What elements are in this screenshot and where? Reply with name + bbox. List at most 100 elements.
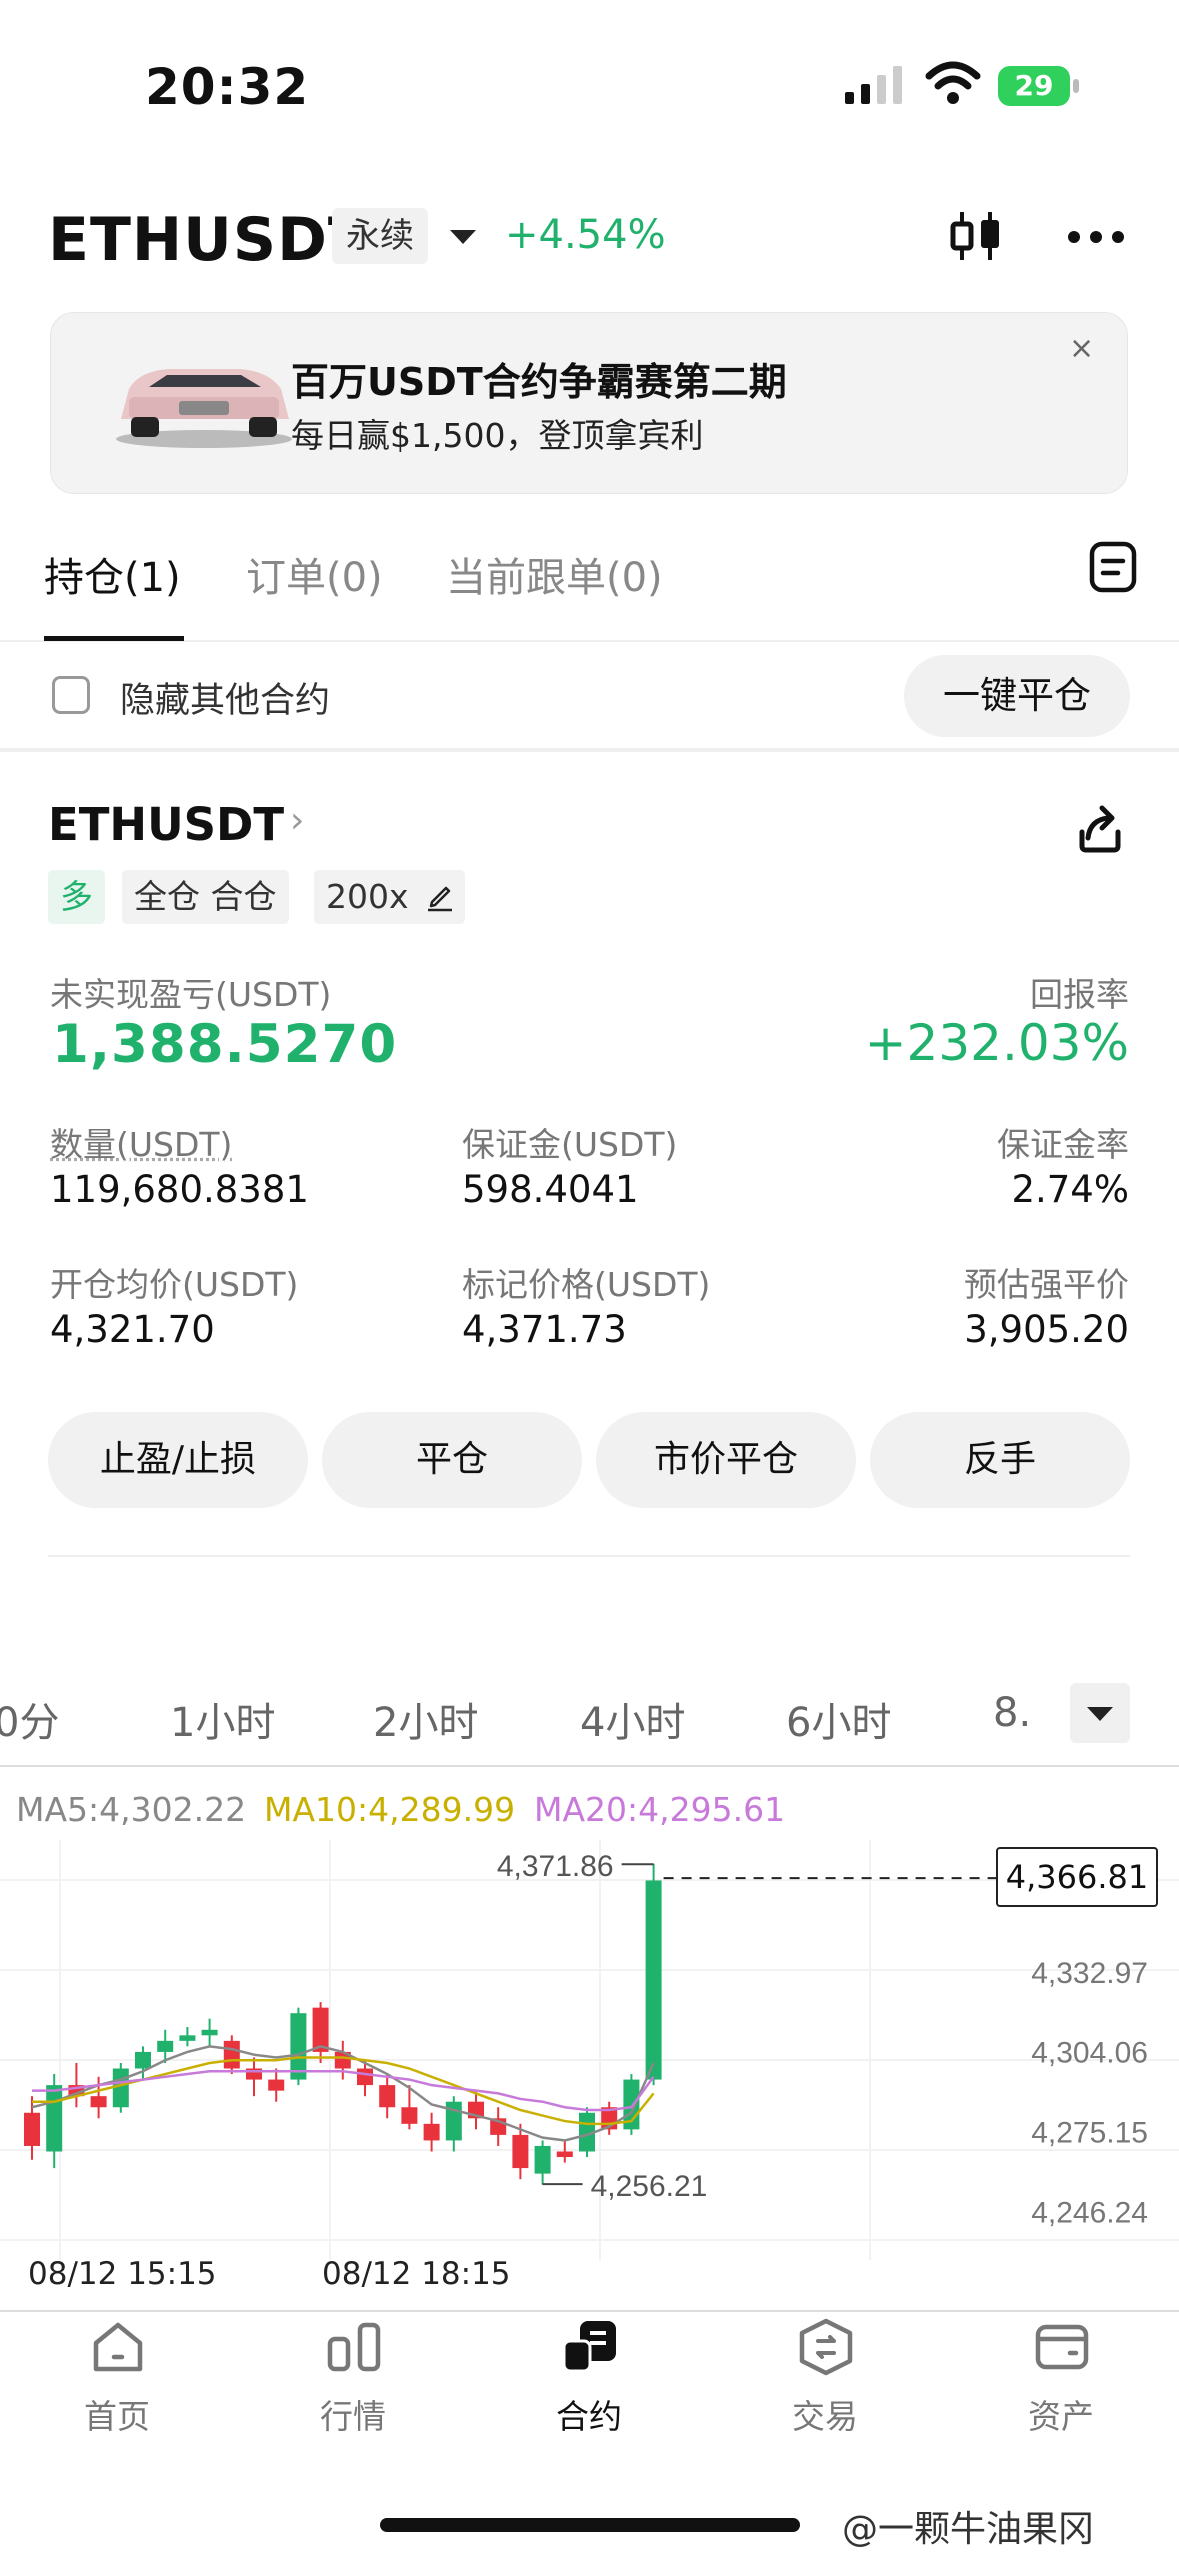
candle-body (357, 2068, 373, 2086)
low-label: 4,256.21 (591, 2170, 708, 2203)
unrealized-pnl: 1,388.5270 (52, 1014, 398, 1075)
candle-body (112, 2068, 129, 2108)
margin-mode-badge: 全仓 合仓 (122, 870, 289, 924)
price-change: +4.54% (505, 212, 666, 258)
section-divider (0, 748, 1179, 752)
nav-trade-label[interactable]: 交易 (792, 2390, 858, 2438)
order-history-icon[interactable] (1088, 540, 1138, 594)
battery-level: 29 (998, 66, 1070, 106)
trade-icon[interactable] (794, 2315, 858, 2379)
candle-body (157, 2040, 174, 2052)
ma20-legend: MA20:4,295.61 (534, 1790, 786, 1829)
tab-copy-trading[interactable]: 当前跟单(0) (446, 545, 663, 603)
timeframe-30m[interactable]: 0分 (0, 1690, 59, 1748)
candle-body (201, 2029, 218, 2036)
nav-home-label[interactable]: 首页 (84, 2390, 150, 2438)
symbol-title[interactable]: ETHUSDT (48, 205, 370, 275)
more-icon[interactable] (1066, 222, 1126, 252)
promo-banner[interactable]: 百万USDT合约争霸赛第二期 每日赢$1,500，登顶拿宾利 × (50, 312, 1128, 494)
hide-other-checkbox[interactable] (52, 676, 90, 714)
position-symbol[interactable]: ETHUSDT (48, 798, 284, 851)
candle-body (534, 2145, 551, 2174)
mark-price-label: 标记价格(USDT) (462, 1265, 711, 1304)
wifi-icon (925, 61, 981, 104)
candle-body (46, 2085, 63, 2152)
status-time: 20:32 (145, 58, 310, 116)
timeframe-4h[interactable]: 4小时 (580, 1690, 685, 1748)
roi-label: 回报率 (1030, 975, 1129, 1014)
close-position-button[interactable]: 平仓 (322, 1412, 582, 1508)
pnl-label: 未实现盈亏(USDT) (50, 975, 332, 1014)
timeframe-8h[interactable]: 8. (993, 1690, 1031, 1736)
candle-body (223, 2040, 240, 2069)
contract-type-badge: 永续 (332, 208, 428, 264)
margin-label: 保证金(USDT) (462, 1125, 678, 1164)
leverage-value: 200x (326, 877, 409, 916)
banner-title: 百万USDT合约争霸赛第二期 (291, 360, 787, 404)
nav-market-label[interactable]: 行情 (320, 2390, 386, 2438)
kline-chart-icon[interactable] (946, 206, 1006, 266)
candle-body (268, 2079, 285, 2091)
x-tick-label: 08/12 15:15 (28, 2256, 217, 2292)
watermark: @一颗牛油果冈 (842, 2509, 1095, 2550)
reverse-button[interactable]: 反手 (870, 1412, 1130, 1508)
margin-rate-label: 保证金率 (997, 1125, 1129, 1164)
nav-assets-label[interactable]: 资产 (1028, 2390, 1094, 2438)
chart-bottom-border (0, 2310, 1179, 2312)
chevron-right-icon[interactable]: › (290, 800, 304, 841)
edit-icon[interactable] (424, 880, 456, 912)
ma5-legend: MA5:4,302.22 (16, 1790, 247, 1829)
market-icon[interactable] (322, 2315, 386, 2379)
margin-value: 598.4041 (462, 1168, 639, 1211)
car-image (116, 369, 292, 448)
nav-futures-label[interactable]: 合约 (556, 2390, 622, 2438)
candle-body (401, 2107, 418, 2124)
tab-active-indicator (44, 636, 184, 641)
candle-body (179, 2035, 196, 2041)
y-tick-label: 4,332.97 (1031, 1957, 1148, 1990)
y-tick-label: 4,304.06 (1031, 2037, 1148, 2070)
home-indicator[interactable] (380, 2518, 800, 2532)
banner-close-icon[interactable]: × (1069, 331, 1094, 366)
market-close-button[interactable]: 市价平仓 (596, 1412, 856, 1508)
candle-body (512, 2134, 529, 2169)
timeframe-dropdown-icon[interactable] (1070, 1683, 1130, 1743)
high-label: 4,371.86 (497, 1850, 614, 1883)
home-icon[interactable] (86, 2315, 150, 2379)
entry-price-label: 开仓均价(USDT) (50, 1265, 299, 1304)
candle-body (379, 2085, 396, 2108)
candle-body (645, 1880, 662, 2080)
futures-icon[interactable] (558, 2315, 622, 2379)
chart-top-border (0, 1765, 1179, 1767)
timeframe-2h[interactable]: 2小时 (373, 1690, 478, 1748)
symbol-dropdown-icon[interactable] (450, 230, 476, 244)
candle-body (290, 2013, 307, 2080)
last-price-tag: 4,366.81 (996, 1847, 1158, 1907)
hide-other-label: 隐藏其他合约 (120, 681, 331, 721)
side-badge: 多 (48, 870, 105, 924)
share-icon[interactable] (1070, 798, 1130, 858)
candle-body (135, 2051, 151, 2069)
tab-orders[interactable]: 订单(0) (246, 545, 383, 603)
y-tick-label: 4,275.15 (1031, 2117, 1148, 2150)
liq-price-value: 3,905.20 (964, 1308, 1129, 1351)
tab-positions[interactable]: 持仓(1) (44, 545, 181, 603)
roi-value: +232.03% (864, 1014, 1129, 1072)
qty-value: 119,680.8381 (50, 1168, 309, 1211)
timeframe-6h[interactable]: 6小时 (786, 1690, 891, 1748)
candle-body (556, 2151, 573, 2158)
cellular-signal-icon (845, 66, 902, 104)
qty-label[interactable]: 数量(USDT) (50, 1118, 232, 1166)
margin-rate-value: 2.74% (1011, 1168, 1129, 1211)
x-tick-label: 08/12 18:15 (322, 2256, 511, 2292)
candle-body (24, 2112, 40, 2146)
timeframe-1h[interactable]: 1小时 (170, 1690, 275, 1748)
tp-sl-button[interactable]: 止盈/止损 (48, 1412, 308, 1508)
close-all-button[interactable]: 一键平仓 (904, 655, 1130, 737)
ma10-legend: MA10:4,289.99 (264, 1790, 516, 1829)
wallet-icon[interactable] (1030, 2315, 1094, 2379)
candle-body (423, 2123, 440, 2141)
y-tick-label: 4,246.24 (1031, 2197, 1148, 2230)
liq-price-label: 预估强平价 (964, 1265, 1129, 1304)
battery-icon: 29 (998, 66, 1082, 106)
